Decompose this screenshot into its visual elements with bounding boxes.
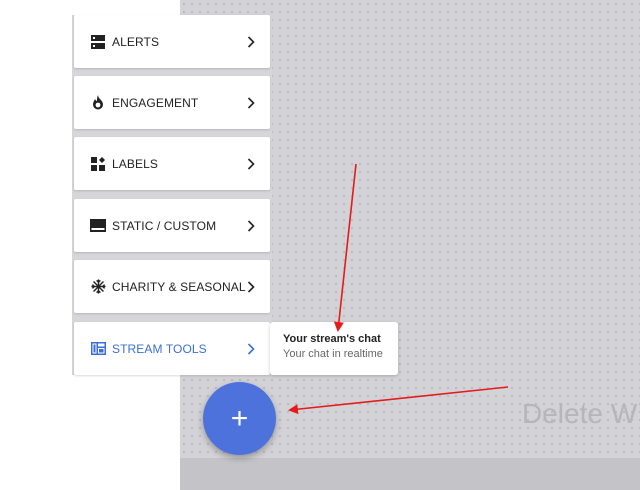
menu-item-charity-seasonal[interactable]: CHARITY & SEASONAL (74, 260, 270, 313)
canvas-footer-bar (180, 458, 640, 490)
chevron-right-icon (246, 342, 256, 355)
menu-item-label: CHARITY & SEASONAL (112, 279, 246, 294)
menu-item-static-custom[interactable]: STATIC / CUSTOM (74, 199, 270, 252)
static-custom-icon (90, 218, 106, 234)
flame-icon (90, 95, 106, 111)
tooltip-title: Your stream's chat (283, 333, 381, 345)
tooltip-subtitle: Your chat in realtime (283, 348, 383, 360)
stream-tools-icon (90, 341, 106, 357)
menu-item-alerts[interactable]: ALERTS (74, 15, 270, 68)
menu-item-labels[interactable]: LABELS (74, 137, 270, 190)
menu-item-label: STREAM TOOLS (112, 341, 207, 356)
menu-item-label: LABELS (112, 156, 158, 171)
menu-item-label: ENGAGEMENT (112, 95, 199, 110)
add-widget-button[interactable]: + (203, 382, 276, 455)
menu-item-label: ALERTS (112, 34, 160, 49)
chevron-right-icon (246, 219, 256, 232)
chevron-right-icon (246, 35, 256, 48)
snowflake-icon (90, 279, 106, 295)
plus-icon: + (230, 401, 249, 435)
alerts-icon (90, 34, 106, 50)
chevron-right-icon (246, 157, 256, 170)
menu-item-stream-tools[interactable]: STREAM TOOLS (74, 322, 270, 375)
labels-icon (90, 156, 106, 172)
widget-category-panel (72, 15, 272, 375)
menu-item-engagement[interactable]: ENGAGEMENT (74, 76, 270, 129)
menu-item-label: STATIC / CUSTOM (112, 218, 217, 233)
stream-chat-tooltip[interactable]: Your stream's chat Your chat in realtime (270, 322, 398, 375)
chevron-right-icon (246, 96, 256, 109)
chevron-right-icon (246, 280, 256, 293)
delete-widget-label: Delete W (522, 398, 638, 429)
